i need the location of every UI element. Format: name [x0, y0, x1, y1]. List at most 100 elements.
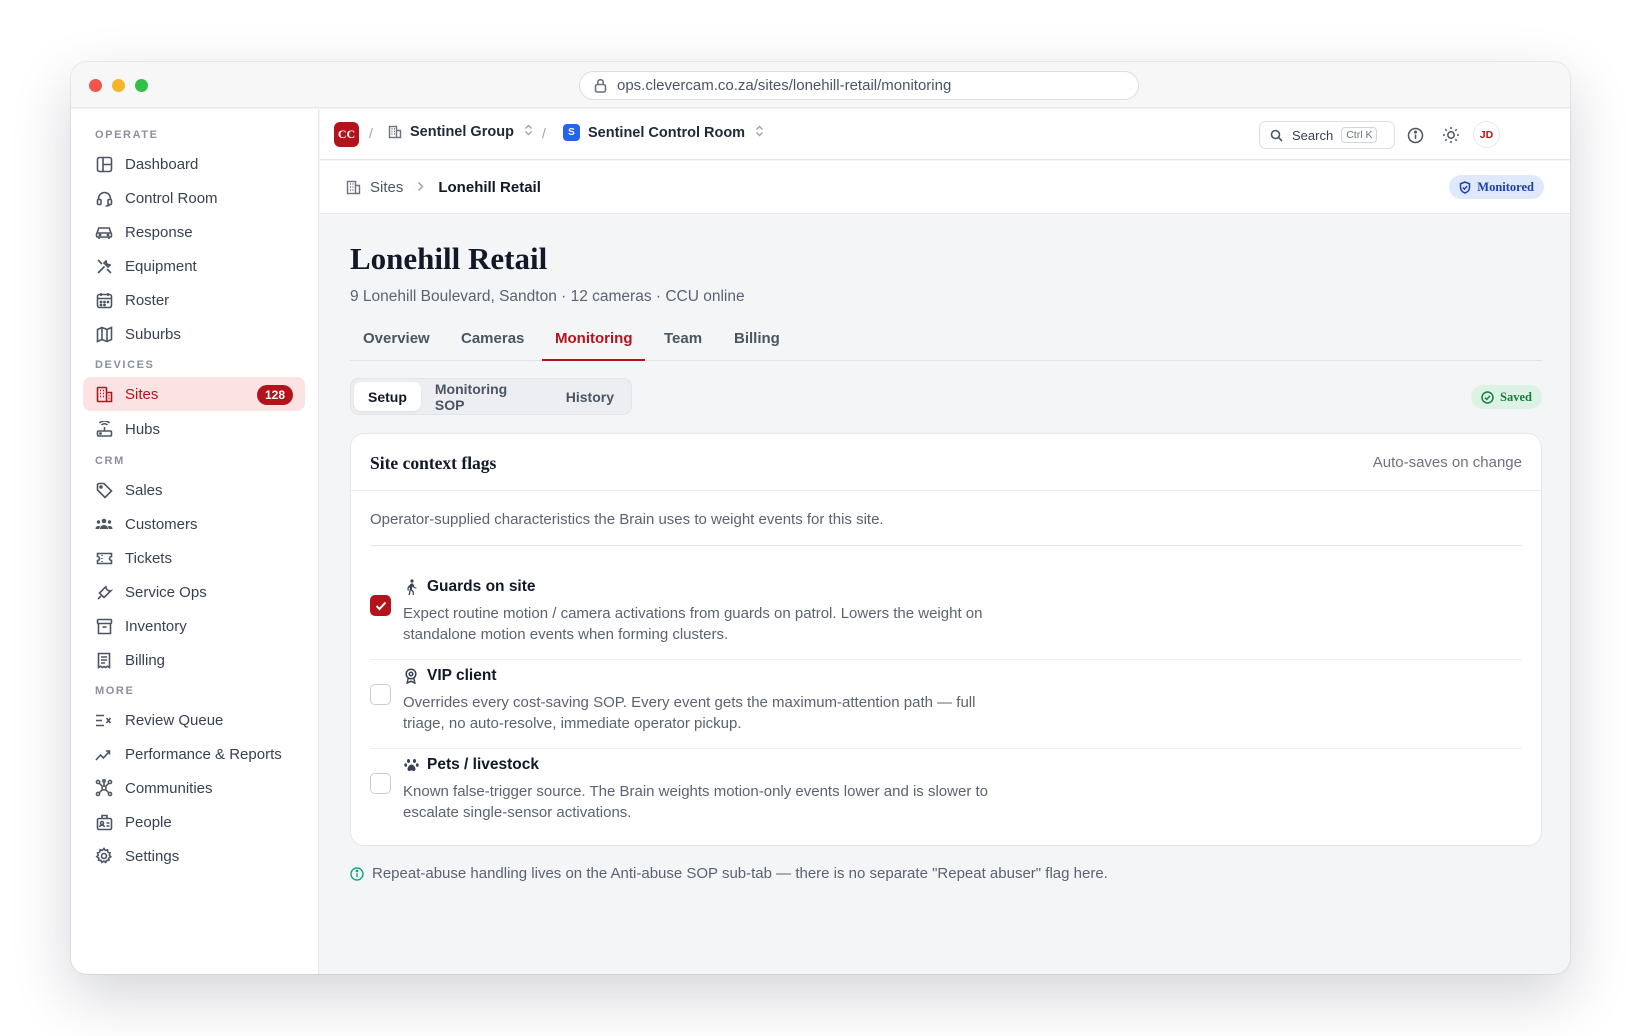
sidebar-item-review-queue[interactable]: Review Queue — [83, 703, 305, 737]
sidebar-item-hubs[interactable]: Hubs — [83, 412, 305, 446]
flag-description: Expect routine motion / camera activatio… — [403, 605, 983, 643]
check-icon — [375, 601, 386, 610]
sidebar-section-devices: DEVICES — [95, 359, 155, 371]
sidebar-item-performance-reports[interactable]: Performance & Reports — [83, 737, 305, 771]
breadcrumb-current: Lonehill Retail — [438, 179, 541, 196]
sidebar-item-label: Sites — [125, 385, 159, 403]
chevron-right-icon — [417, 179, 424, 196]
sidebar-item-customers[interactable]: Customers — [83, 507, 305, 541]
subtab-setup[interactable]: Setup — [354, 382, 421, 411]
search-button[interactable]: Search Ctrl K — [1259, 121, 1395, 149]
top-bar: CC / Sentinel Group / S Sentinel Control… — [320, 109, 1570, 160]
sidebar-section-crm: CRM — [95, 455, 125, 467]
maximize-window-button[interactable] — [135, 79, 148, 92]
wrench-icon — [95, 583, 113, 601]
close-window-button[interactable] — [89, 79, 102, 92]
status-badge-label: Monitored — [1477, 179, 1534, 194]
flag-title: VIP client — [403, 667, 497, 685]
vip-client-checkbox[interactable] — [370, 684, 391, 705]
tab-team[interactable]: Team — [651, 330, 715, 361]
sidebar-item-control-room[interactable]: Control Room — [83, 181, 305, 215]
calendar-icon — [95, 291, 113, 309]
sidebar-item-label: Communities — [125, 779, 213, 797]
sidebar-item-label: Settings — [125, 847, 180, 865]
pets-livestock-checkbox[interactable] — [370, 773, 391, 794]
url-text: ops.clevercam.co.za/sites/lonehill-retai… — [617, 77, 952, 94]
sidebar-item-communities[interactable]: Communities — [83, 771, 305, 805]
sidebar-item-equipment[interactable]: Equipment — [83, 249, 305, 283]
search-label: Search — [1292, 127, 1334, 143]
status-badge: Monitored — [1449, 175, 1544, 199]
main-content: Lonehill Retail 9 Lonehill Boulevard, Sa… — [320, 215, 1570, 974]
sidebar-item-label: People — [125, 813, 172, 831]
tab-cameras[interactable]: Cameras — [448, 330, 537, 361]
breadcrumb-bar: Sites Lonehill Retail Monitored — [320, 161, 1570, 214]
workspace-switcher[interactable]: S Sentinel Control Room — [563, 124, 764, 141]
sidebar-section-operate: OPERATE — [95, 129, 159, 141]
sun-icon[interactable] — [1441, 125, 1461, 145]
address-bar[interactable]: ops.clevercam.co.za/sites/lonehill-retai… — [579, 71, 1139, 100]
minimize-window-button[interactable] — [112, 79, 125, 92]
users-icon — [95, 515, 113, 533]
browser-titlebar: ops.clevercam.co.za/sites/lonehill-retai… — [71, 62, 1570, 108]
sidebar-item-sales[interactable]: Sales — [83, 473, 305, 507]
sidebar-item-settings[interactable]: Settings — [83, 839, 305, 873]
card-description: Operator-supplied characteristics the Br… — [370, 511, 884, 528]
chevron-up-down-icon — [524, 124, 533, 140]
sidebar-item-label: Service Ops — [125, 583, 207, 601]
org-switcher[interactable]: Sentinel Group — [388, 124, 533, 140]
flag-guards-on-site: Guards on site Expect routine motion / c… — [370, 571, 1522, 660]
subtab-monitoring-sop[interactable]: Monitoring SOP — [421, 381, 552, 413]
page-title: Lonehill Retail — [350, 241, 548, 276]
sidebar-item-label: Performance & Reports — [125, 745, 282, 763]
guards-on-site-checkbox[interactable] — [370, 595, 391, 616]
avatar[interactable]: JD — [1473, 121, 1500, 148]
page-subtitle: 9 Lonehill Boulevard, Sandton · 12 camer… — [350, 288, 745, 305]
sidebar-item-label: Review Queue — [125, 711, 224, 729]
sidebar-item-people[interactable]: People — [83, 805, 305, 839]
sidebar-item-dashboard[interactable]: Dashboard — [83, 147, 305, 181]
id-badge-icon — [95, 813, 113, 831]
tab-billing[interactable]: Billing — [721, 330, 793, 361]
sidebar-item-label: Roster — [125, 291, 170, 309]
breadcrumb-separator: / — [369, 125, 373, 141]
sidebar-item-suburbs[interactable]: Suburbs — [83, 317, 305, 351]
sidebar-item-response[interactable]: Response — [83, 215, 305, 249]
browser-window: ops.clevercam.co.za/sites/lonehill-retai… — [71, 62, 1570, 974]
saved-badge: Saved — [1471, 385, 1542, 409]
review-list-icon — [95, 711, 113, 729]
sidebar-item-service-ops[interactable]: Service Ops — [83, 575, 305, 609]
tab-monitoring[interactable]: Monitoring — [542, 330, 646, 361]
flag-title: Guards on site — [403, 578, 536, 596]
sidebar-section-more: MORE — [95, 685, 135, 697]
sidebar-item-label: Customers — [125, 515, 198, 533]
subtab-history[interactable]: History — [552, 382, 628, 411]
receipt-icon — [95, 651, 113, 669]
sidebar-item-roster[interactable]: Roster — [83, 283, 305, 317]
sidebar-item-label: Tickets — [125, 549, 172, 567]
sidebar-item-inventory[interactable]: Inventory — [83, 609, 305, 643]
tab-overview[interactable]: Overview — [350, 330, 443, 361]
check-circle-icon — [1481, 390, 1494, 404]
workspace-name: Sentinel Control Room — [588, 124, 746, 141]
breadcrumb-sites-link[interactable]: Sites — [370, 179, 403, 196]
app-logo[interactable]: CC — [334, 122, 359, 147]
sidebar-item-tickets[interactable]: Tickets — [83, 541, 305, 575]
sidebar-item-billing[interactable]: Billing — [83, 643, 305, 677]
tag-icon — [95, 481, 113, 499]
sidebar-item-label: Control Room — [125, 189, 218, 207]
sites-count-badge: 128 — [256, 385, 293, 405]
sidebar-item-label: Suburbs — [125, 325, 181, 343]
sidebar: OPERATE Dashboard Control Room Response … — [71, 109, 319, 974]
building-icon — [346, 180, 361, 195]
sidebar-item-sites[interactable]: Sites 128 — [83, 377, 305, 411]
gear-icon — [95, 847, 113, 865]
ticket-icon — [95, 549, 113, 567]
breadcrumb-separator: / — [542, 125, 546, 141]
subtab-group: Setup Monitoring SOP History — [350, 378, 632, 415]
org-name: Sentinel Group — [410, 124, 514, 140]
info-icon[interactable] — [1405, 125, 1425, 145]
layout-icon — [95, 155, 113, 173]
workspace-logo: S — [563, 124, 580, 141]
site-context-flags-card: Site context flags Auto-saves on change … — [350, 433, 1542, 846]
